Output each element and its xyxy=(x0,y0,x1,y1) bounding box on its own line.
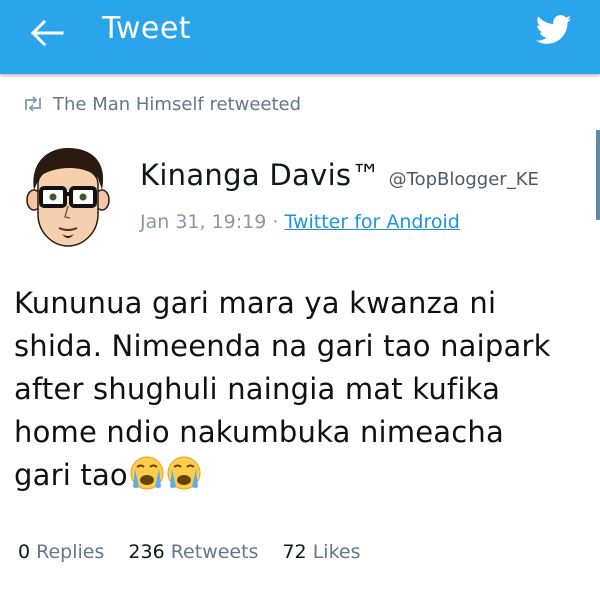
meta-separator: · xyxy=(272,211,279,233)
tweet-line: shida. Nimeenda na gari tao naipark xyxy=(14,329,551,363)
retweet-context[interactable]: The Man Himself retweeted xyxy=(22,92,301,116)
tweet-line: after shughuli naingia mat kufika xyxy=(14,372,501,406)
replies-count[interactable]: 0 Replies xyxy=(18,541,104,563)
retweet-context-text: The Man Himself retweeted xyxy=(53,93,302,115)
tweet-meta: Jan 31, 19:19 · Twitter for Android xyxy=(140,211,460,233)
likes-count[interactable]: 72 Likes xyxy=(282,541,360,563)
tweet-source-link[interactable]: Twitter for Android xyxy=(284,211,459,233)
author-name[interactable]: Kinanga Davis™ xyxy=(140,158,381,192)
tweet-line: Kununua gari mara ya kwanza ni xyxy=(14,286,497,320)
tweet-timestamp: Jan 31, 19:19 xyxy=(140,211,267,233)
loudly-crying-face-icon xyxy=(167,456,201,490)
app-bar: Tweet xyxy=(0,0,600,74)
tweet-line: home ndio nakumbuka nimeacha xyxy=(14,415,504,449)
tweet-stats: 0 Replies 236 Retweets 72 Likes xyxy=(18,541,384,563)
twitter-bird-icon[interactable] xyxy=(536,14,572,46)
avatar[interactable] xyxy=(18,142,118,250)
tweet-line: gari tao xyxy=(14,458,128,492)
retweet-icon xyxy=(25,96,41,112)
tweet-text: Kununua gari mara ya kwanza ni shida. Ni… xyxy=(14,282,584,497)
loudly-crying-face-icon xyxy=(130,456,164,490)
arrow-left-icon[interactable] xyxy=(30,19,64,47)
author-row[interactable]: Kinanga Davis™ @TopBlogger_KE xyxy=(140,158,539,192)
retweets-count[interactable]: 236 Retweets xyxy=(128,541,258,563)
tweet-line-last: gari tao xyxy=(14,454,584,497)
scrollbar[interactable] xyxy=(596,130,600,220)
author-handle[interactable]: @TopBlogger_KE xyxy=(389,169,539,190)
page-title: Tweet xyxy=(102,11,192,46)
